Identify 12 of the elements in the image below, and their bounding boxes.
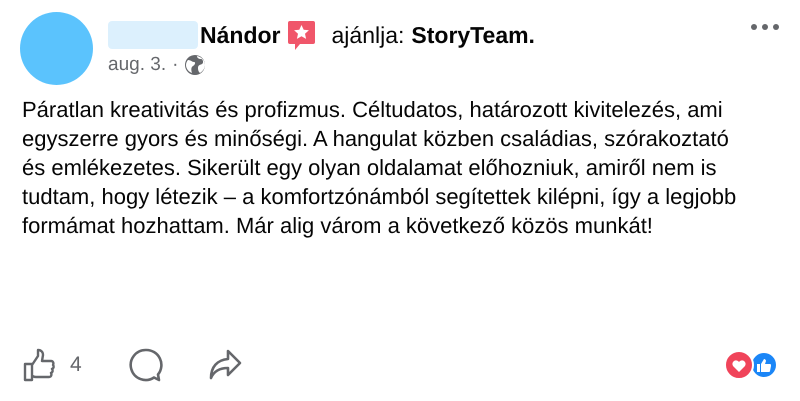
globe-icon [184,54,206,76]
page-name[interactable]: StoryTeam. [411,22,535,48]
review-text: Páratlan kreativitás és profizmus. Céltudatos, határozott kivitelezés, ami egyszerre gyors és minőségi. A hangulat közben családias, szórakoztató és emlékezetes. Sikerült egy olyan oldalamat előhozniuk, amiről nem is tudtam, hogy létezik – a komfortzónámból segítettek kilépni, így a legjobb formámat hozhattam. Már alig várom a következő közös munkát! [21,96,738,240]
comment-icon[interactable] [128,347,164,383]
recommends-label: ajánlja: [332,22,404,48]
post-date[interactable]: aug. 3. [108,54,166,76]
more-options-icon[interactable] [750,22,780,32]
author-name[interactable]: Nándor [200,22,280,48]
recommendation-star-icon [286,20,316,50]
like-count: 4 [70,353,82,377]
separator-dot: · [172,54,178,76]
like-icon[interactable] [22,347,58,383]
